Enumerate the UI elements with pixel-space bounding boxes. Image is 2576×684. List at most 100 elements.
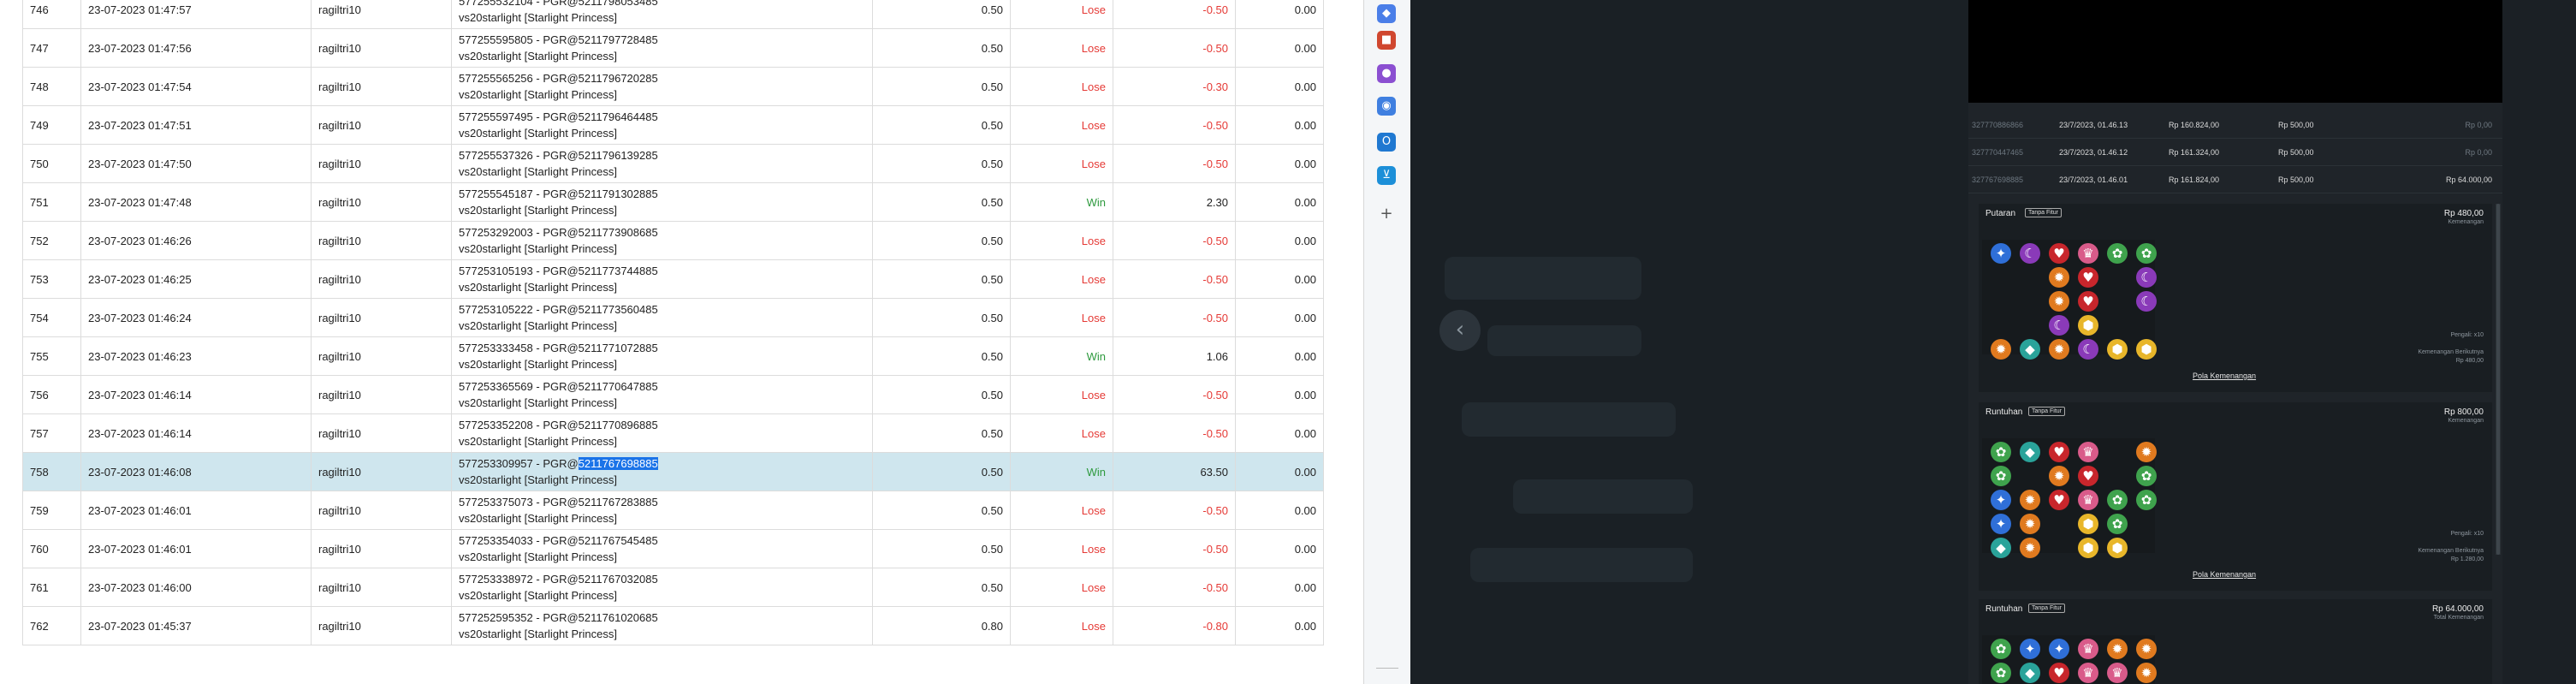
table-row[interactable]: 761 23-07-2023 01:46:00 ragiltri10 57725333… — [22, 568, 1324, 607]
bet-amount: 0.50 — [872, 105, 1011, 145]
slot-symbol-icon: ♛ — [2078, 639, 2098, 659]
multiplier-text: Pengali: x10 — [2450, 531, 2484, 537]
slot-symbol-icon: ⬢ — [2107, 339, 2128, 360]
bet-result: Lose — [1010, 298, 1113, 337]
transaction-balance: Rp 161.824,00 — [2169, 175, 2220, 184]
slot-symbol-icon: ⬢ — [2078, 514, 2098, 534]
win-amount: -0.50 — [1113, 144, 1236, 183]
bet-description[interactable]: 577253338972 - PGR@5211767032085 vs20star… — [451, 568, 873, 607]
bet-time: 23-07-2023 01:46:25 — [80, 259, 312, 299]
round-win-amount: Rp 64.000,00 — [2431, 604, 2484, 614]
bet-description[interactable]: 577253365569 - PGR@5211770647885 vs20star… — [451, 375, 873, 414]
slot-symbol-icon: ✦ — [1991, 243, 2011, 264]
table-row[interactable]: 757 23-07-2023 01:46:14 ragiltri10 57725335… — [22, 413, 1324, 453]
bet-description[interactable]: 577255595805 - PGR@5211797728485 vs20star… — [451, 28, 873, 68]
slot-symbol-icon: ☾ — [2136, 291, 2157, 312]
game-name: vs20starlight [Starlight Princess] — [459, 396, 617, 409]
table-row[interactable]: 755 23-07-2023 01:46:23 ragiltri10 57725333… — [22, 336, 1324, 376]
bet-description[interactable]: 577253309957 - PGR@5211767698885 vs20star… — [451, 452, 873, 491]
bet-description[interactable]: 577255545187 - PGR@5211791302885 vs20star… — [451, 182, 873, 222]
win-amount: -0.50 — [1113, 0, 1236, 29]
username: ragiltri10 — [311, 298, 452, 337]
bet-time: 23-07-2023 01:47:48 — [80, 182, 312, 222]
transaction-code: 577253292003 - PGR@5211773908685 — [459, 226, 658, 239]
table-row[interactable]: 752 23-07-2023 01:46:26 ragiltri10 57725329… — [22, 221, 1324, 260]
table-row[interactable]: 751 23-07-2023 01:47:48 ragiltri10 57725554… — [22, 182, 1324, 222]
win-pattern-link[interactable]: Pola Kemenangan — [2193, 570, 2256, 579]
bet-description[interactable]: 577255532104 - PGR@5211798053485 vs20star… — [451, 0, 873, 29]
bet-description[interactable]: 577253292003 - PGR@5211773908685 vs20star… — [451, 221, 873, 260]
slot-symbol-icon: ♛ — [2078, 442, 2098, 462]
feature-badge: Tanpa Fitur — [2028, 407, 2066, 416]
bet-description[interactable]: 577253352208 - PGR@5211770896885 vs20star… — [451, 413, 873, 453]
table-row[interactable]: 748 23-07-2023 01:47:54 ragiltri10 57725556… — [22, 67, 1324, 106]
game-name: vs20starlight [Starlight Princess] — [459, 127, 617, 140]
transaction-win: Rp 64.000,00 — [2445, 175, 2492, 184]
table-row[interactable]: 753 23-07-2023 01:46:25 ragiltri10 57725310… — [22, 259, 1324, 299]
outlook-icon[interactable]: O — [1377, 133, 1396, 152]
table-row[interactable]: 750 23-07-2023 01:47:50 ragiltri10 57725553… — [22, 144, 1324, 183]
toolbox-icon[interactable]: ■ — [1377, 31, 1396, 50]
bet-description[interactable]: 577255537326 - PGR@5211796139285 vs20star… — [451, 144, 873, 183]
tag-icon[interactable]: ◆ — [1377, 4, 1396, 23]
bet-result: Lose — [1010, 259, 1113, 299]
row-number: 760 — [22, 529, 81, 568]
bet-amount: 0.80 — [872, 606, 1011, 645]
scrollbar-thumb[interactable] — [2496, 204, 2500, 555]
bet-result: Win — [1010, 336, 1113, 376]
bet-result: Lose — [1010, 606, 1113, 645]
game-name: vs20starlight [Starlight Princess] — [459, 319, 617, 332]
game-preview — [1968, 0, 2502, 103]
username: ragiltri10 — [311, 606, 452, 645]
row-number: 751 — [22, 182, 81, 222]
username: ragiltri10 — [311, 259, 452, 299]
table-row[interactable]: 762 23-07-2023 01:45:37 ragiltri10 57725259… — [22, 606, 1324, 645]
transaction-code: 577255545187 - PGR@5211791302885 — [459, 187, 658, 200]
balance: 0.00 — [1235, 182, 1324, 222]
row-number: 755 — [22, 336, 81, 376]
bet-description[interactable]: 577253354033 - PGR@5211767545485 vs20star… — [451, 529, 873, 568]
table-row[interactable]: 758 23-07-2023 01:46:08 ragiltri10 57725330… — [22, 452, 1324, 491]
slot-symbol-icon: ♥ — [2049, 442, 2069, 462]
bet-amount: 0.50 — [872, 67, 1011, 106]
transaction-bet: Rp 500,00 — [2278, 121, 2314, 129]
balance: 0.00 — [1235, 413, 1324, 453]
plus-icon[interactable]: + — [1377, 205, 1396, 223]
back-button[interactable]: ‹ — [1439, 310, 1481, 351]
bet-description[interactable]: 577253105193 - PGR@5211773744885 vs20star… — [451, 259, 873, 299]
table-row[interactable]: 746 23-07-2023 01:47:57 ragiltri10 57725553… — [22, 0, 1324, 29]
bet-description[interactable]: 577253375073 - PGR@5211767283885 vs20star… — [451, 491, 873, 530]
bet-result: Lose — [1010, 529, 1113, 568]
game-name: vs20starlight [Starlight Princess] — [459, 358, 617, 371]
person-icon[interactable]: ● — [1377, 64, 1396, 83]
row-number: 759 — [22, 491, 81, 530]
bet-description[interactable]: 577255597495 - PGR@5211796464485 vs20star… — [451, 105, 873, 145]
win-amount: -0.50 — [1113, 298, 1236, 337]
transaction-code: 577255595805 - PGR@5211797728485 — [459, 33, 658, 46]
transaction-row[interactable]: 327770447465 23/7/2023, 01.46.12 Rp 161.32… — [1968, 140, 2502, 166]
username: ragiltri10 — [311, 28, 452, 68]
table-row[interactable]: 749 23-07-2023 01:47:51 ragiltri10 57725559… — [22, 105, 1324, 145]
table-row[interactable]: 760 23-07-2023 01:46:01 ragiltri10 57725335… — [22, 529, 1324, 568]
bet-description[interactable]: 577255565256 - PGR@5211796720285 vs20star… — [451, 67, 873, 106]
win-pattern-link[interactable]: Pola Kemenangan — [2193, 372, 2256, 380]
transaction-row[interactable]: 327767698885 23/7/2023, 01.46.01 Rp 161.82… — [1968, 168, 2502, 193]
table-row[interactable]: 756 23-07-2023 01:46:14 ragiltri10 57725336… — [22, 375, 1324, 414]
table-row[interactable]: 754 23-07-2023 01:46:24 ragiltri10 57725310… — [22, 298, 1324, 337]
balance: 0.00 — [1235, 452, 1324, 491]
row-number: 758 — [22, 452, 81, 491]
table-row[interactable]: 747 23-07-2023 01:47:56 ragiltri10 57725559… — [22, 28, 1324, 68]
bet-description[interactable]: 577253333458 - PGR@5211771072885 vs20star… — [451, 336, 873, 376]
bet-amount: 0.50 — [872, 259, 1011, 299]
table-row[interactable]: 759 23-07-2023 01:46:01 ragiltri10 57725337… — [22, 491, 1324, 530]
bet-description[interactable]: 577253105222 - PGR@5211773560485 vs20star… — [451, 298, 873, 337]
transaction-row[interactable]: 327770886866 23/7/2023, 01.46.13 Rp 160.82… — [1968, 113, 2502, 139]
slot-symbol-icon: ♥ — [2049, 490, 2069, 510]
shopping-cart-icon[interactable]: ⊻ — [1377, 166, 1396, 185]
round-card: Runtuhan Tanpa Fitur Rp 800,00 Kemenangan ✿ ◆… — [1979, 402, 2492, 591]
transaction-code: 577255565256 - PGR@5211796720285 — [459, 72, 658, 85]
balance: 0.00 — [1235, 259, 1324, 299]
sidebar-divider — [1376, 668, 1398, 669]
bet-description[interactable]: 577252595352 - PGR@5211761020685 vs20star… — [451, 606, 873, 645]
copilot-icon[interactable]: ◉ — [1377, 97, 1396, 116]
